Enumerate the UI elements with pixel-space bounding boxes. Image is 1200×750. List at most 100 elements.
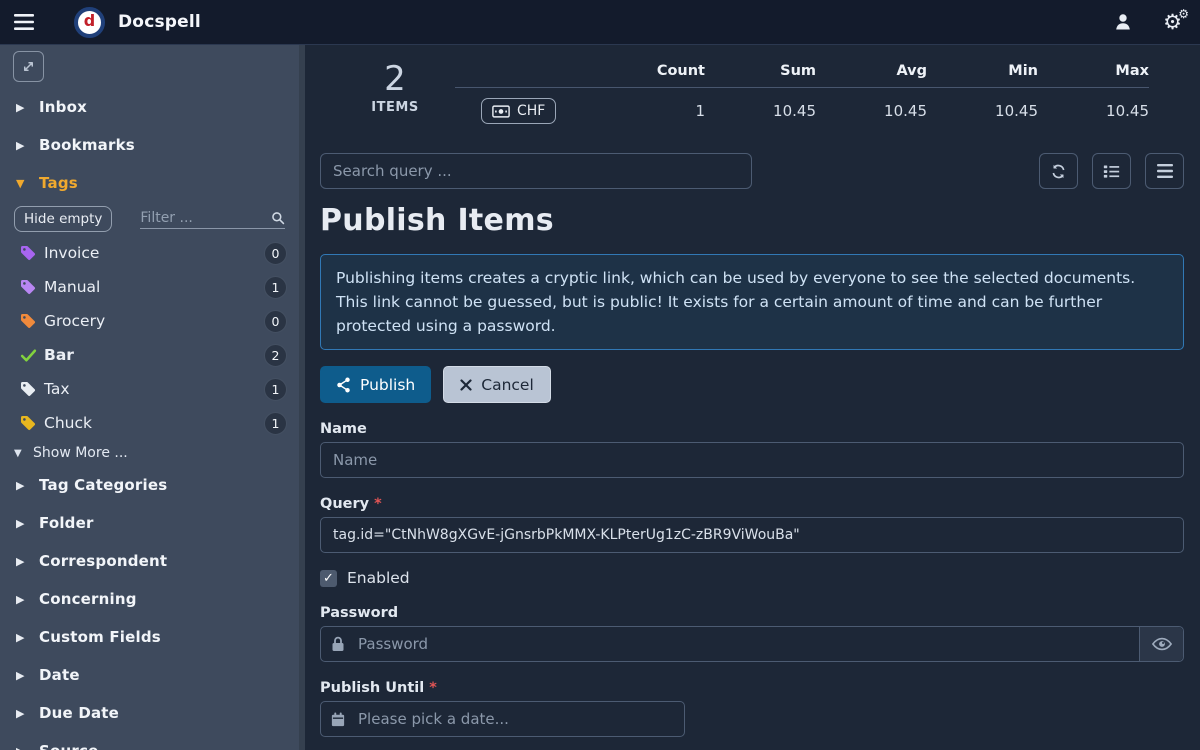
close-icon — [460, 379, 472, 391]
tag-count-badge: 1 — [264, 412, 287, 435]
small-gear-icon: ⚙ — [1178, 8, 1189, 20]
stats-cell-count: 1 — [594, 88, 705, 135]
tag-name: Chuck — [44, 414, 264, 432]
name-field-group: Name — [320, 421, 1184, 478]
publish-button[interactable]: Publish — [320, 366, 431, 403]
chevron-right-icon: ▶ — [16, 707, 30, 720]
password-input-wrap — [320, 626, 1184, 662]
sidebar-item-label: Date — [39, 666, 80, 684]
stats-row: 2 ITEMS Count Sum Avg Min Max — [320, 45, 1184, 145]
tag-filter — [140, 210, 285, 229]
stats-header-min: Min — [927, 57, 1038, 88]
expand-arrows-icon — [21, 59, 36, 74]
tag-icon — [20, 415, 37, 432]
sidebar-item-custom-fields[interactable]: ▶ Custom Fields — [0, 618, 299, 656]
sidebar-item-label: Source — [39, 742, 98, 750]
query-label: Query * — [320, 496, 1184, 512]
tag-name: Bar — [44, 346, 264, 364]
tag-item-grocery[interactable]: Grocery 0 — [0, 304, 299, 338]
hide-empty-button[interactable]: Hide empty — [14, 206, 112, 232]
sidebar-item-source[interactable]: ▶ Source — [0, 732, 299, 750]
name-label: Name — [320, 421, 1184, 437]
settings-gears-icon[interactable]: ⚙⚙ — [1163, 12, 1182, 33]
toolbar-buttons — [1039, 153, 1184, 189]
tag-count-badge: 1 — [264, 378, 287, 401]
chevron-right-icon: ▶ — [16, 479, 30, 492]
publish-info-note: Publishing items creates a cryptic link,… — [320, 254, 1184, 350]
publish-until-date-input[interactable] — [320, 701, 685, 737]
sidebar-item-tags[interactable]: ▼ Tags — [0, 164, 299, 202]
tag-item-chuck[interactable]: Chuck 1 — [0, 406, 299, 440]
tag-name: Invoice — [44, 244, 264, 262]
sidebar-item-bookmarks[interactable]: ▶ Bookmarks — [0, 126, 299, 164]
toggle-password-visibility-button[interactable] — [1139, 627, 1183, 661]
chevron-down-icon: ▼ — [16, 177, 30, 190]
tag-item-bar[interactable]: Bar 2 — [0, 338, 299, 372]
action-buttons: Publish Cancel — [320, 366, 1184, 403]
show-more-tags[interactable]: ▼ Show More ... — [0, 440, 299, 466]
tag-name: Manual — [44, 278, 264, 296]
currency-code: CHF — [517, 103, 545, 119]
enabled-checkbox[interactable]: ✓ Enabled — [320, 569, 410, 587]
chevron-down-icon: ▼ — [14, 448, 28, 459]
sidebar-item-inbox[interactable]: ▶ Inbox — [0, 88, 299, 126]
user-account-icon[interactable] — [1113, 12, 1133, 32]
app-root: d Docspell ⚙⚙ ▶ Inbox ▶ Bookm — [0, 0, 1200, 750]
sidebar-item-concerning[interactable]: ▶ Concerning — [0, 580, 299, 618]
tag-count-badge: 0 — [264, 242, 287, 265]
tag-icon — [20, 381, 37, 398]
sidebar-item-label: Concerning — [39, 590, 137, 608]
select-mode-button[interactable] — [1092, 153, 1131, 189]
tag-count-badge: 0 — [264, 310, 287, 333]
hamburger-icon — [14, 14, 34, 30]
password-label: Password — [320, 605, 1184, 621]
query-input[interactable] — [320, 517, 1184, 553]
stats-cell-min: 10.45 — [927, 88, 1038, 135]
stats-header-max: Max — [1038, 57, 1149, 88]
tag-filter-input[interactable] — [140, 210, 271, 226]
list-check-icon — [1103, 163, 1120, 180]
password-field-group: Password — [320, 605, 1184, 662]
sidebar-nav: ▶ Inbox ▶ Bookmarks ▼ Tags Hide empty — [0, 88, 299, 750]
sidebar-item-correspondent[interactable]: ▶ Correspondent — [0, 542, 299, 580]
name-input[interactable] — [320, 442, 1184, 478]
sidebar-item-tag-categories[interactable]: ▶ Tag Categories — [0, 466, 299, 504]
stats-header-currency — [455, 57, 594, 88]
sidebar-item-date[interactable]: ▶ Date — [0, 656, 299, 694]
search-query-input[interactable] — [320, 153, 752, 189]
publish-until-label-text: Publish Until — [320, 680, 424, 696]
tag-item-manual[interactable]: Manual 1 — [0, 270, 299, 304]
tag-item-tax[interactable]: Tax 1 — [0, 372, 299, 406]
tag-item-invoice[interactable]: Invoice 0 — [0, 236, 299, 270]
sidebar-item-folder[interactable]: ▶ Folder — [0, 504, 299, 542]
collapse-sidebar-button[interactable] — [13, 51, 44, 82]
cancel-button[interactable]: Cancel — [443, 366, 551, 403]
chevron-right-icon: ▶ — [16, 745, 30, 750]
sidebar-item-label: Inbox — [39, 98, 87, 116]
required-marker: * — [374, 496, 382, 512]
sidebar-item-label: Correspondent — [39, 552, 167, 570]
password-input[interactable] — [320, 626, 1184, 662]
sidebar-item-label: Due Date — [39, 704, 119, 722]
refresh-button[interactable] — [1039, 153, 1078, 189]
stats-cell-sum: 10.45 — [705, 88, 816, 135]
sidebar-item-due-date[interactable]: ▶ Due Date — [0, 694, 299, 732]
money-bill-icon — [492, 105, 510, 118]
item-count-stat: 2 ITEMS — [340, 57, 450, 115]
chevron-right-icon: ▶ — [16, 517, 30, 530]
name-label-text: Name — [320, 421, 367, 437]
check-icon — [20, 347, 37, 364]
app-title: Docspell — [118, 12, 201, 32]
stats-data-row: CHF 1 10.45 10.45 10.45 10.45 — [455, 88, 1149, 135]
menu-button[interactable] — [1145, 153, 1184, 189]
stats-cell-currency: CHF — [455, 88, 594, 135]
checkbox-checked-icon: ✓ — [320, 570, 337, 587]
enabled-label: Enabled — [347, 569, 410, 587]
item-count-value: 2 — [340, 61, 450, 98]
chevron-right-icon: ▶ — [16, 669, 30, 682]
password-label-text: Password — [320, 605, 398, 621]
menu-toggle-button[interactable] — [4, 0, 44, 45]
body-row: ▶ Inbox ▶ Bookmarks ▼ Tags Hide empty — [0, 45, 1200, 750]
search-toolbar — [320, 153, 1184, 189]
tag-name: Tax — [44, 380, 264, 398]
